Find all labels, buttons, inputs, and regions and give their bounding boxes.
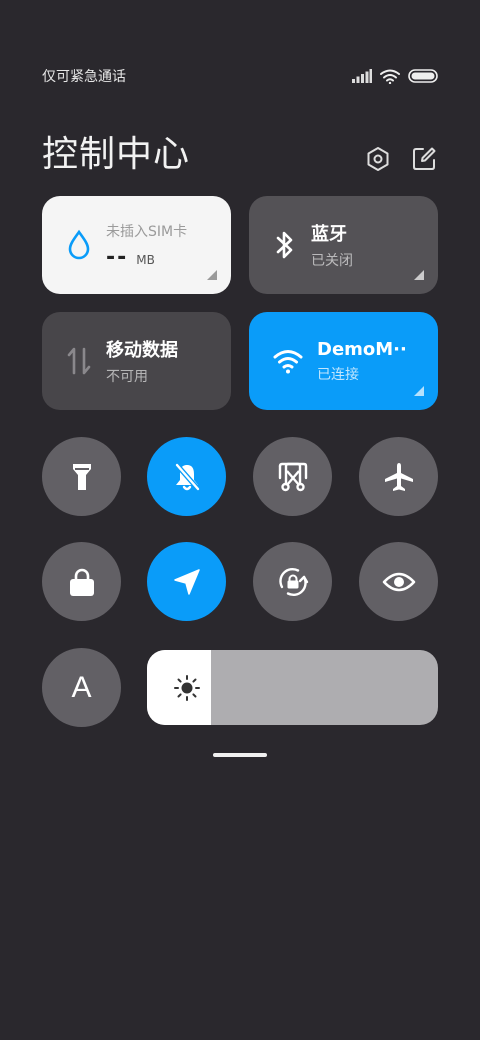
- bluetooth-status: 已关闭: [311, 253, 353, 269]
- edit-button[interactable]: [410, 145, 438, 173]
- status-icons: [352, 69, 438, 84]
- settings-button[interactable]: [364, 145, 392, 173]
- rotation-lock-toggle[interactable]: [253, 542, 332, 621]
- mobile-data-tile-text: 移动数据 不可用: [106, 336, 178, 386]
- mobile-data-tile[interactable]: 移动数据 不可用: [42, 312, 231, 410]
- header: 控制中心: [42, 126, 438, 176]
- data-arrows-icon: [67, 347, 91, 375]
- lock-icon: [69, 568, 94, 596]
- eye-comfort-toggle[interactable]: [359, 542, 438, 621]
- airplane-icon: [384, 462, 413, 491]
- sim-usage-unit: MB: [136, 252, 155, 267]
- header-actions: [364, 145, 438, 173]
- droplet-icon: [68, 229, 90, 260]
- scissors-icon: [278, 462, 307, 491]
- status-bar: 仅可紧急通话: [42, 64, 438, 88]
- settings-icon: [367, 147, 389, 171]
- wifi-status: 已连接: [317, 366, 359, 383]
- wifi-icon: [273, 350, 303, 374]
- sim-status-label: 未插入SIM卡: [106, 223, 188, 240]
- mobile-data-status: 不可用: [106, 369, 148, 385]
- location-toggle[interactable]: [147, 542, 226, 621]
- bluetooth-tile[interactable]: 蓝牙 已关闭: [249, 196, 438, 294]
- flashlight-toggle[interactable]: [42, 437, 121, 516]
- page-title: 控制中心: [42, 134, 191, 175]
- edit-icon: [413, 147, 436, 170]
- mobile-data-title: 移动数据: [106, 340, 178, 361]
- battery-icon: [408, 69, 438, 83]
- lock-toggle[interactable]: [42, 542, 121, 621]
- letter-a-icon: A: [71, 670, 92, 704]
- brightness-slider[interactable]: [147, 650, 438, 725]
- carrier-text: 仅可紧急通话: [42, 69, 126, 85]
- auto-text-toggle[interactable]: A: [42, 648, 121, 727]
- bluetooth-icon: [276, 231, 293, 259]
- drag-handle[interactable]: [213, 753, 267, 757]
- flashlight-icon: [72, 463, 91, 490]
- wifi-network-name: DemoM··: [317, 338, 407, 360]
- bluetooth-title: 蓝牙: [311, 224, 347, 245]
- mute-toggle[interactable]: [147, 437, 226, 516]
- sim-tile-text: 未插入SIM卡 -- MB: [106, 221, 187, 270]
- airplane-toggle[interactable]: [359, 437, 438, 516]
- expand-corner-icon: [414, 386, 424, 396]
- location-icon: [173, 568, 200, 595]
- sun-icon: [174, 675, 200, 701]
- bluetooth-tile-text: 蓝牙 已关闭: [311, 220, 353, 270]
- expand-corner-icon: [207, 270, 217, 280]
- wifi-tile-text: DemoM·· 已连接: [317, 339, 407, 384]
- expand-corner-icon: [414, 270, 424, 280]
- sim-usage-value: --: [106, 244, 129, 270]
- sim-usage: -- MB: [106, 245, 187, 270]
- rotation-lock-icon: [278, 567, 308, 596]
- bell-off-icon: [174, 462, 200, 491]
- wifi-icon: [380, 69, 400, 84]
- wifi-tile[interactable]: DemoM·· 已连接: [249, 312, 438, 410]
- signal-icon: [352, 69, 372, 83]
- eye-icon: [382, 572, 415, 591]
- sim-data-tile[interactable]: 未插入SIM卡 -- MB: [42, 196, 231, 294]
- screenshot-toggle[interactable]: [253, 437, 332, 516]
